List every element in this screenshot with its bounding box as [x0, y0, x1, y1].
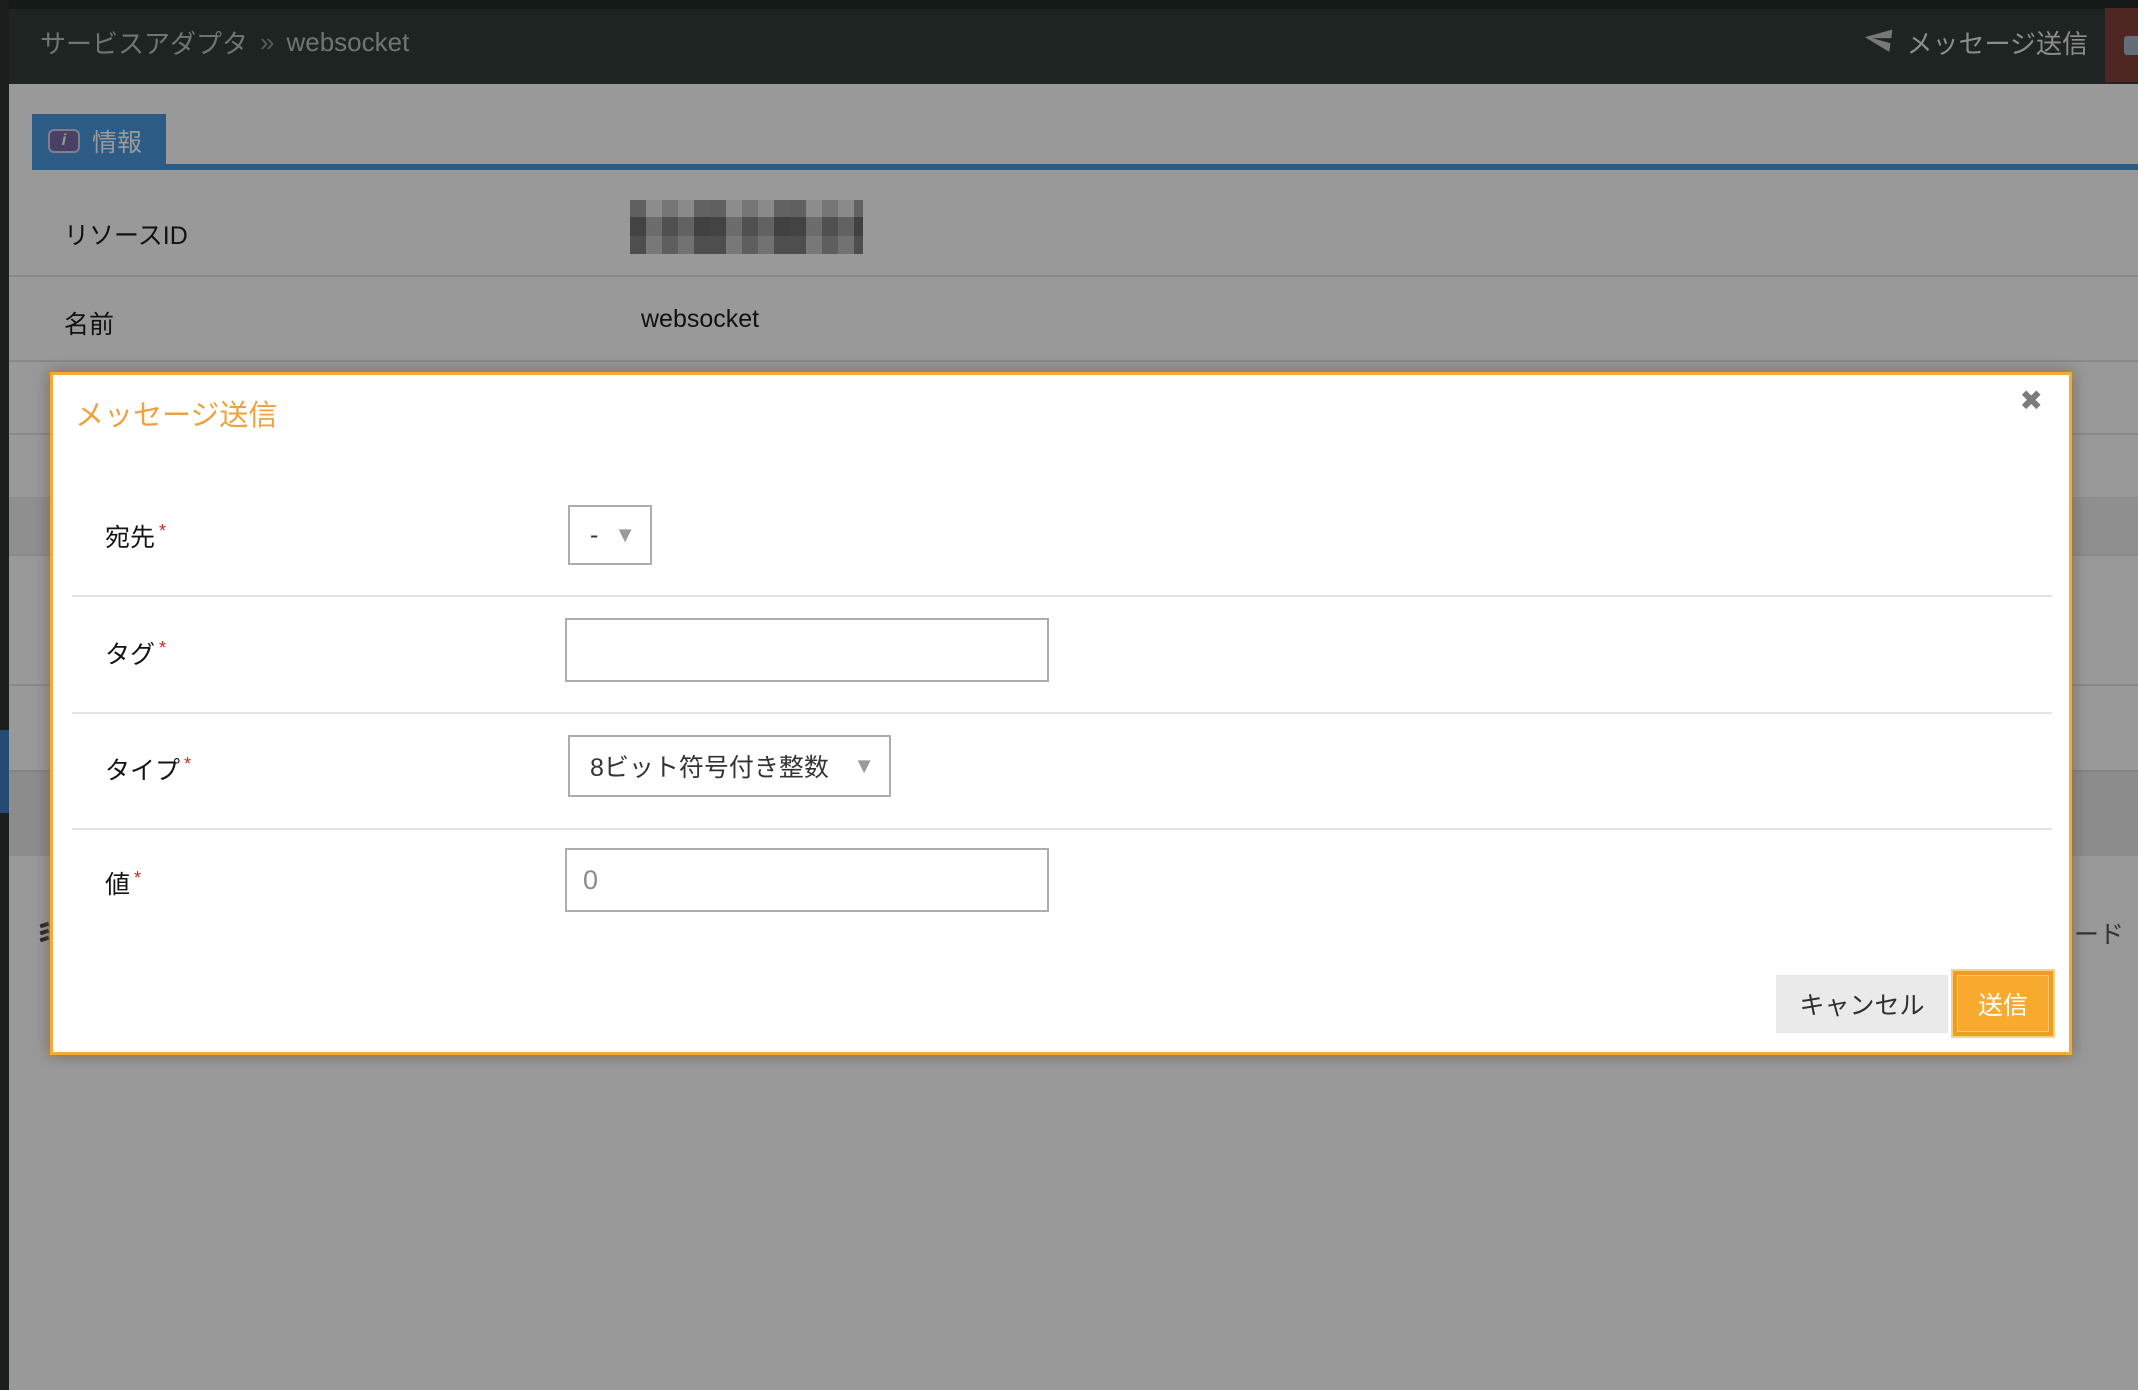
- required-marker: *: [159, 638, 166, 658]
- field-label-tag: タグ*: [105, 635, 166, 671]
- chevron-down-icon: ▼: [853, 753, 875, 779]
- field-label-value: 値*: [105, 865, 141, 901]
- field-label-type: タイプ*: [105, 751, 191, 787]
- field-label-destination: 宛先*: [105, 518, 166, 554]
- send-message-dialog: メッセージ送信 ✖ 宛先* - ▼ タグ* タイプ* 8ビット符号付き整数 ▼ …: [50, 372, 2072, 1055]
- chevron-down-icon: ▼: [614, 522, 636, 548]
- required-marker: *: [159, 521, 166, 541]
- field-divider: [72, 712, 2052, 714]
- type-select[interactable]: 8ビット符号付き整数 ▼: [568, 735, 891, 797]
- close-icon[interactable]: ✖: [2020, 387, 2043, 415]
- submit-button[interactable]: 送信: [1953, 971, 2053, 1036]
- field-label-type-text: タイプ: [105, 757, 180, 785]
- field-label-tag-text: タグ: [105, 641, 155, 669]
- field-divider: [72, 828, 2052, 830]
- value-input[interactable]: [565, 848, 1049, 912]
- field-label-destination-text: 宛先: [105, 524, 155, 552]
- required-marker: *: [134, 868, 141, 888]
- destination-select-value: -: [590, 521, 598, 550]
- type-select-value: 8ビット符号付き整数: [590, 748, 829, 784]
- field-label-value-text: 値: [105, 871, 130, 899]
- cancel-button[interactable]: キャンセル: [1776, 975, 1948, 1033]
- screen: サービスアダプタ » websocket メッセージ送信 i 情報 リソースID…: [0, 0, 2138, 1390]
- destination-select[interactable]: - ▼: [568, 505, 652, 565]
- field-divider: [72, 595, 2052, 597]
- required-marker: *: [184, 754, 191, 774]
- dialog-title: メッセージ送信: [75, 392, 277, 434]
- tag-input[interactable]: [565, 618, 1049, 682]
